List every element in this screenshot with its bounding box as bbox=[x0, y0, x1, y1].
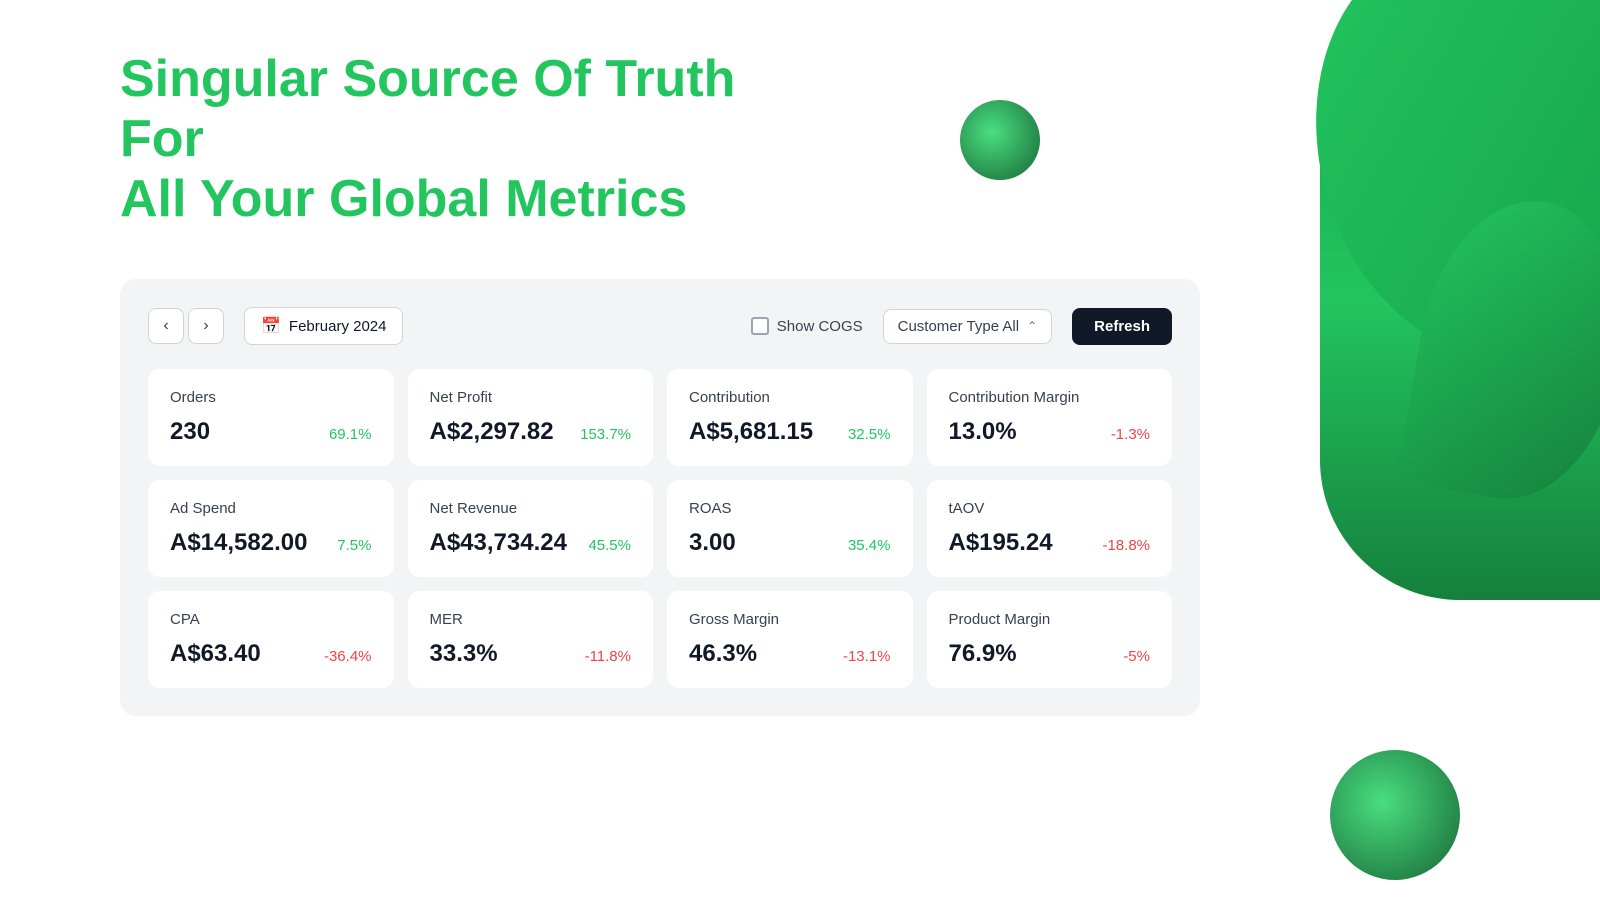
dashboard-panel: ‹ › 📅 February 2024 Show COGS Customer T… bbox=[120, 279, 1200, 716]
metric-card: Contribution A$5,681.15 32.5% bbox=[667, 369, 913, 466]
metric-change: -1.3% bbox=[1111, 426, 1150, 443]
metric-value: A$195.24 bbox=[949, 529, 1053, 557]
metric-label: ROAS bbox=[689, 500, 891, 517]
metric-label: Product Margin bbox=[949, 611, 1151, 628]
metric-values: A$195.24 -18.8% bbox=[949, 529, 1151, 557]
calendar-icon: 📅 bbox=[261, 316, 281, 336]
metric-value: A$5,681.15 bbox=[689, 418, 813, 446]
metric-change: 7.5% bbox=[337, 537, 371, 554]
toolbar: ‹ › 📅 February 2024 Show COGS Customer T… bbox=[148, 307, 1172, 345]
metric-value: 3.00 bbox=[689, 529, 736, 557]
metric-label: Orders bbox=[170, 389, 372, 406]
cogs-checkbox[interactable] bbox=[751, 317, 769, 335]
metric-label: MER bbox=[430, 611, 632, 628]
metric-card: Ad Spend A$14,582.00 7.5% bbox=[148, 480, 394, 577]
metric-values: A$63.40 -36.4% bbox=[170, 640, 372, 668]
metric-label: tAOV bbox=[949, 500, 1151, 517]
metric-value: 13.0% bbox=[949, 418, 1017, 446]
metric-card: MER 33.3% -11.8% bbox=[408, 591, 654, 688]
metric-change: -13.1% bbox=[843, 648, 891, 665]
metric-values: 230 69.1% bbox=[170, 418, 372, 446]
metric-values: A$5,681.15 32.5% bbox=[689, 418, 891, 446]
metric-label: Ad Spend bbox=[170, 500, 372, 517]
metric-value: 230 bbox=[170, 418, 210, 446]
metric-label: Net Profit bbox=[430, 389, 632, 406]
metric-change: -36.4% bbox=[324, 648, 372, 665]
metric-change: 32.5% bbox=[848, 426, 891, 443]
metric-value: A$43,734.24 bbox=[430, 529, 567, 557]
metric-value: A$2,297.82 bbox=[430, 418, 554, 446]
metric-value: 33.3% bbox=[430, 640, 498, 668]
metric-label: Gross Margin bbox=[689, 611, 891, 628]
metric-change: -18.8% bbox=[1102, 537, 1150, 554]
metric-label: CPA bbox=[170, 611, 372, 628]
metrics-grid: Orders 230 69.1% Net Profit A$2,297.82 153.7%… bbox=[148, 369, 1172, 688]
metric-label: Contribution bbox=[689, 389, 891, 406]
page-headline: Singular Source Of Truth For All Your Gl… bbox=[120, 50, 800, 229]
metric-values: 13.0% -1.3% bbox=[949, 418, 1151, 446]
metric-values: 76.9% -5% bbox=[949, 640, 1151, 668]
metric-label: Net Revenue bbox=[430, 500, 632, 517]
chevron-down-icon: ⌃ bbox=[1027, 319, 1037, 333]
nav-group: ‹ › bbox=[148, 308, 224, 344]
metric-label: Contribution Margin bbox=[949, 389, 1151, 406]
customer-type-select[interactable]: Customer Type All ⌃ bbox=[883, 309, 1053, 344]
metric-value: A$63.40 bbox=[170, 640, 261, 668]
metric-value: 46.3% bbox=[689, 640, 757, 668]
refresh-button[interactable]: Refresh bbox=[1072, 308, 1172, 345]
metric-value: A$14,582.00 bbox=[170, 529, 307, 557]
metric-values: A$2,297.82 153.7% bbox=[430, 418, 632, 446]
metric-values: A$14,582.00 7.5% bbox=[170, 529, 372, 557]
show-cogs-label: Show COGS bbox=[777, 318, 863, 335]
metric-change: -11.8% bbox=[585, 648, 631, 665]
next-button[interactable]: › bbox=[188, 308, 224, 344]
show-cogs-toggle[interactable]: Show COGS bbox=[751, 317, 863, 335]
date-label: February 2024 bbox=[289, 318, 387, 335]
metric-change: 69.1% bbox=[329, 426, 372, 443]
metric-card: Net Profit A$2,297.82 153.7% bbox=[408, 369, 654, 466]
metric-card: CPA A$63.40 -36.4% bbox=[148, 591, 394, 688]
metric-card: Net Revenue A$43,734.24 45.5% bbox=[408, 480, 654, 577]
metric-values: 33.3% -11.8% bbox=[430, 640, 632, 668]
metric-values: A$43,734.24 45.5% bbox=[430, 529, 632, 557]
metric-card: Contribution Margin 13.0% -1.3% bbox=[927, 369, 1173, 466]
metric-card: tAOV A$195.24 -18.8% bbox=[927, 480, 1173, 577]
metric-card: Product Margin 76.9% -5% bbox=[927, 591, 1173, 688]
metric-change: 45.5% bbox=[588, 537, 631, 554]
metric-value: 76.9% bbox=[949, 640, 1017, 668]
customer-type-label: Customer Type All bbox=[898, 318, 1019, 335]
metric-card: Orders 230 69.1% bbox=[148, 369, 394, 466]
date-selector[interactable]: 📅 February 2024 bbox=[244, 307, 403, 345]
metric-values: 46.3% -13.1% bbox=[689, 640, 891, 668]
deco-circle-bottom-right bbox=[1330, 750, 1460, 880]
metric-change: 153.7% bbox=[580, 426, 631, 443]
metric-change: -5% bbox=[1123, 648, 1150, 665]
metric-card: ROAS 3.00 35.4% bbox=[667, 480, 913, 577]
metric-values: 3.00 35.4% bbox=[689, 529, 891, 557]
metric-card: Gross Margin 46.3% -13.1% bbox=[667, 591, 913, 688]
metric-change: 35.4% bbox=[848, 537, 891, 554]
prev-button[interactable]: ‹ bbox=[148, 308, 184, 344]
